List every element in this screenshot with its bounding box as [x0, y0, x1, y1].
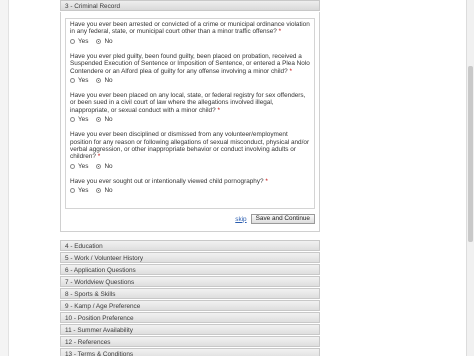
radio-no[interactable]	[96, 163, 102, 169]
radio-no[interactable]	[96, 188, 102, 194]
page-scrollbar[interactable]	[466, 0, 474, 356]
option-yes-label: Yes	[78, 77, 89, 85]
option-no[interactable]: No	[96, 116, 113, 124]
section-title: 3 - Criminal Record	[65, 3, 121, 10]
option-yes-label: Yes	[78, 162, 89, 170]
option-no[interactable]: No	[96, 162, 113, 170]
section-header-summer-availability[interactable]: 11 - Summer Availability	[60, 324, 320, 335]
save-and-continue-button[interactable]: Save and Continue	[250, 214, 315, 224]
required-marker: *	[217, 106, 220, 114]
question-text: Have you ever been placed on any local, …	[70, 92, 306, 114]
questions-box: Have you ever been arrested or convicted…	[65, 18, 315, 209]
section-header-application-questions[interactable]: 6 - Application Questions	[60, 264, 320, 275]
section-header-worldview-questions[interactable]: 7 - Worldview Questions	[60, 276, 320, 287]
question-arrest-conviction: Have you ever been arrested or convicted…	[70, 21, 310, 46]
question-plea-minor: Have you ever pled guilty, been found gu…	[70, 53, 310, 85]
question-disciplined: Have you ever been disciplined or dismis…	[70, 131, 310, 171]
radio-no[interactable]	[96, 117, 102, 123]
radio-yes[interactable]	[70, 38, 75, 44]
question-pornography: Have you ever sought out or intentionall…	[70, 178, 310, 195]
answer-options: Yes No	[70, 115, 310, 124]
skip-link[interactable]: skip	[235, 216, 246, 223]
option-no-label: No	[104, 37, 113, 45]
required-marker: *	[97, 153, 101, 161]
required-marker: *	[278, 28, 282, 36]
criminal-record-panel: Have you ever been arrested or convicted…	[60, 12, 320, 232]
section-header-criminal-record[interactable]: 3 - Criminal Record	[60, 0, 320, 11]
section-header-position-preference[interactable]: 10 - Position Preference	[60, 312, 320, 323]
option-yes[interactable]: Yes	[70, 187, 88, 194]
answer-options: Yes No	[70, 186, 310, 195]
option-yes[interactable]: Yes	[70, 163, 88, 170]
option-no[interactable]: No	[96, 77, 113, 85]
section-header-education[interactable]: 4 - Education	[60, 240, 320, 251]
scrollbar-thumb[interactable]	[468, 66, 473, 242]
option-yes[interactable]: Yes	[70, 77, 88, 84]
application-form: 3 - Criminal Record Have you ever been a…	[60, 0, 320, 356]
radio-yes[interactable]	[70, 78, 75, 84]
radio-no[interactable]	[96, 78, 102, 84]
option-no-label: No	[104, 187, 113, 195]
section-header-terms-conditions[interactable]: 13 - Terms & Conditions	[60, 348, 320, 356]
question-text: Have you ever been disciplined or dismis…	[70, 131, 310, 161]
option-no-label: No	[104, 162, 113, 170]
radio-yes[interactable]	[70, 188, 75, 194]
option-yes[interactable]: Yes	[70, 38, 88, 45]
option-no-label: No	[104, 77, 113, 85]
option-no[interactable]: No	[96, 37, 113, 45]
radio-no[interactable]	[96, 38, 102, 44]
question-registry: Have you ever been placed on any local, …	[70, 92, 310, 124]
option-yes-label: Yes	[78, 187, 89, 195]
option-yes[interactable]: Yes	[70, 116, 88, 123]
answer-options: Yes No	[70, 37, 310, 46]
option-no[interactable]: No	[96, 187, 113, 195]
section-header-work-volunteer-history[interactable]: 5 - Work / Volunteer History	[60, 252, 320, 263]
required-marker: *	[265, 177, 268, 185]
question-text: Have you ever been arrested or convicted…	[70, 21, 310, 36]
left-scroll-gutter	[0, 0, 9, 356]
collapsed-sections: 4 - Education 5 - Work / Volunteer Histo…	[60, 240, 320, 356]
section-header-sports-skills[interactable]: 8 - Sports & Skills	[60, 288, 320, 299]
option-yes-label: Yes	[78, 116, 89, 124]
radio-yes[interactable]	[70, 117, 75, 123]
question-text: Have you ever pled guilty, been found gu…	[70, 52, 310, 75]
section-header-kamp-age-preference[interactable]: 9 - Kamp / Age Preference	[60, 300, 320, 311]
answer-options: Yes No	[70, 162, 310, 171]
answer-options: Yes No	[70, 76, 310, 85]
option-no-label: No	[104, 116, 113, 124]
radio-yes[interactable]	[70, 163, 75, 169]
required-marker: *	[289, 67, 292, 75]
option-yes-label: Yes	[78, 37, 89, 45]
question-text: Have you ever sought out or intentionall…	[70, 177, 264, 185]
section-header-references[interactable]: 12 - References	[60, 336, 320, 347]
form-actions: skip Save and Continue	[65, 213, 315, 225]
